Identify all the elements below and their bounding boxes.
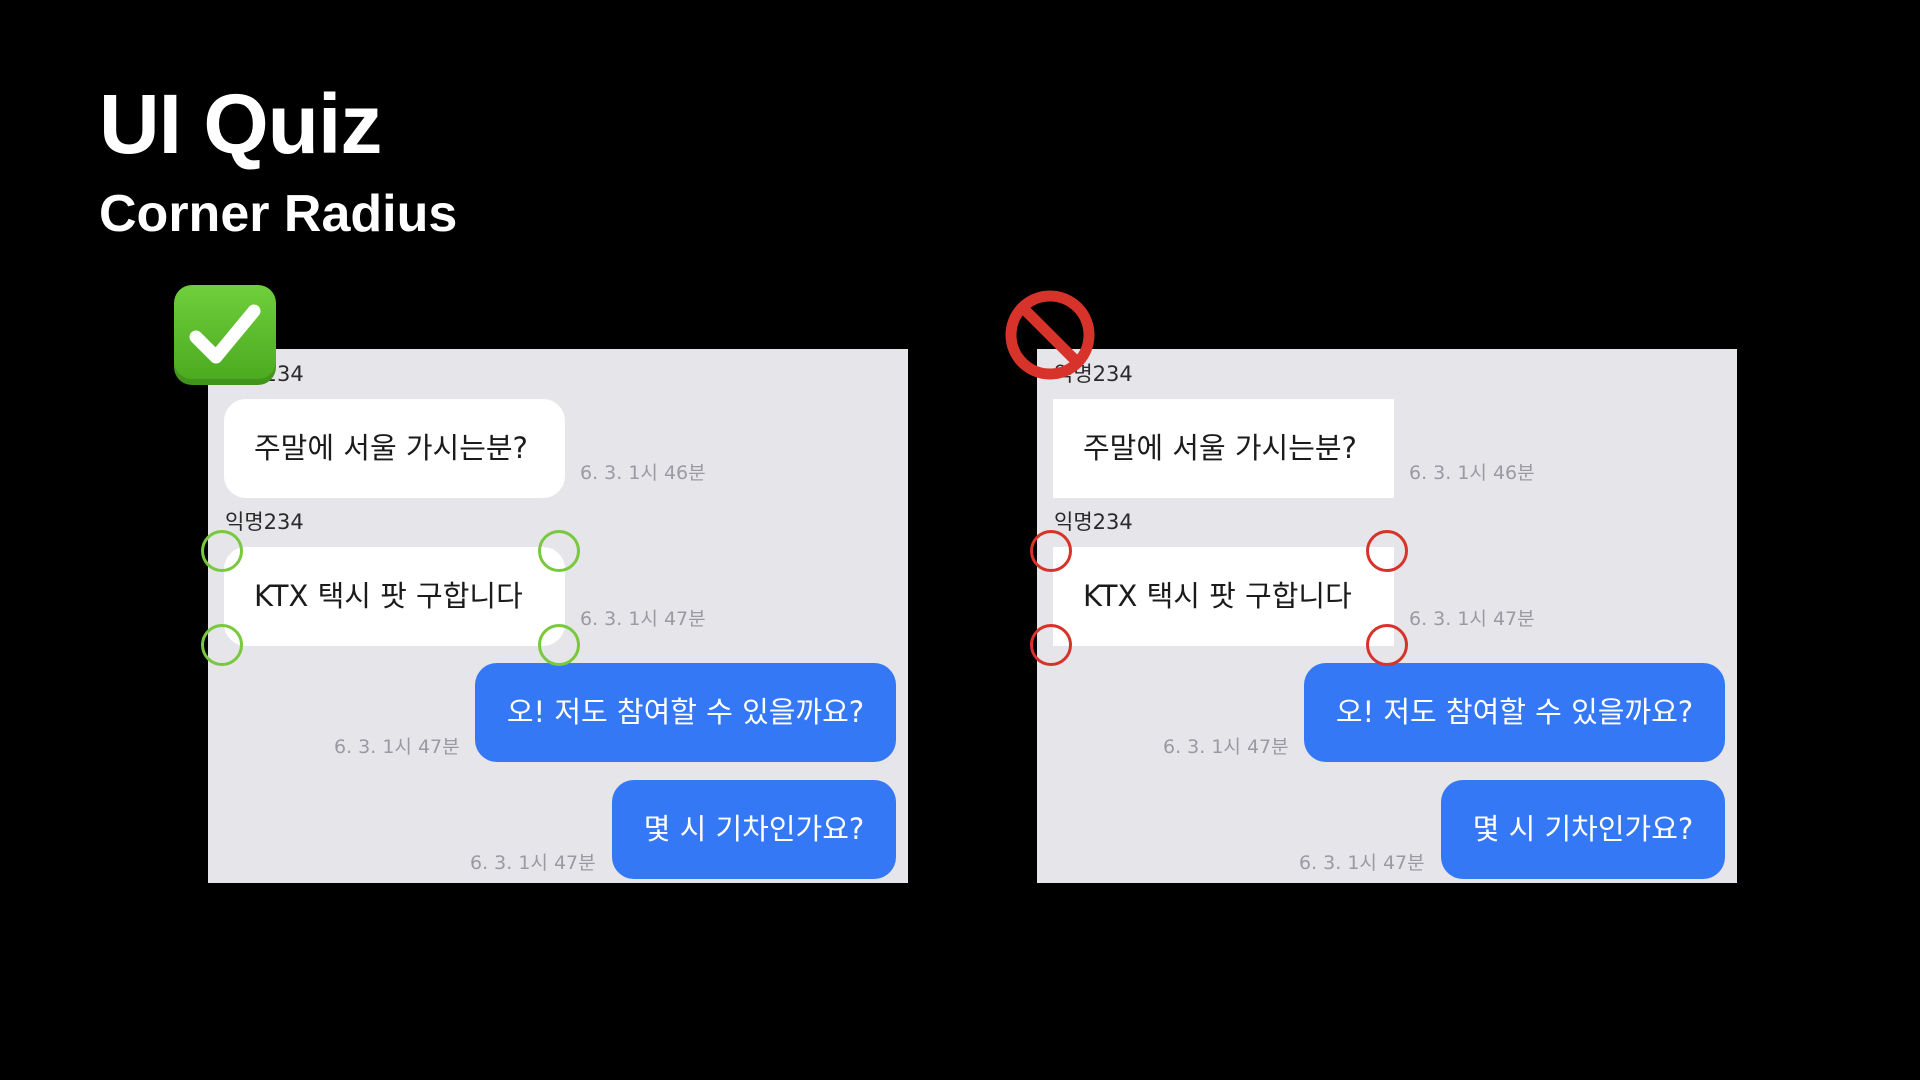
prohibited-icon [1004,289,1096,381]
check-mark-icon [174,285,276,385]
message-text: 오! 저도 참여할 수 있을까요? [506,695,865,729]
incoming-message-bubble: KTX 택시 팟 구합니다 [1053,547,1394,646]
chat-screenshot-incorrect: 익명234 주말에 서울 가시는분? 6. 3. 1시 46분 익명234 KT… [1037,349,1737,883]
incoming-message-bubble: 주말에 서울 가시는분? [224,399,565,498]
slide-title: UI Quiz [99,77,382,171]
message-timestamp: 6. 3. 1시 47분 [1299,852,1425,874]
message-text: 오! 저도 참여할 수 있을까요? [1335,695,1694,729]
outgoing-message-bubble: 몇 시 기차인가요? [1441,780,1725,879]
corner-highlight-circle [1366,530,1408,572]
chat-screenshot-correct: 익명234 주말에 서울 가시는분? 6. 3. 1시 46분 익명234 KT… [208,349,908,883]
message-timestamp: 6. 3. 1시 47분 [580,608,706,630]
sender-name: 익명234 [1054,510,1133,534]
incoming-message-bubble: KTX 택시 팟 구합니다 [224,547,565,646]
message-text: 몇 시 기차인가요? [643,812,865,846]
outgoing-message-bubble: 몇 시 기차인가요? [612,780,896,879]
sender-name: 익명234 [225,510,304,534]
message-timestamp: 6. 3. 1시 47분 [1409,608,1535,630]
message-text: KTX 택시 팟 구합니다 [1083,579,1352,613]
slide-subtitle: Corner Radius [99,185,458,243]
outgoing-message-bubble: 오! 저도 참여할 수 있을까요? [475,663,896,762]
message-text: 주말에 서울 가시는분? [1083,431,1357,465]
quiz-slide: UI Quiz Corner Radius 익명234 주말에 서울 가시는분?… [0,0,1920,1080]
corner-highlight-circle [1366,624,1408,666]
incoming-message-bubble: 주말에 서울 가시는분? [1053,399,1394,498]
corner-highlight-circle [1030,624,1072,666]
message-timestamp: 6. 3. 1시 47분 [1163,736,1289,758]
corner-highlight-circle [538,530,580,572]
corner-highlight-circle [1030,530,1072,572]
corner-highlight-circle [538,624,580,666]
message-text: KTX 택시 팟 구합니다 [254,579,523,613]
message-text: 몇 시 기차인가요? [1472,812,1694,846]
message-timestamp: 6. 3. 1시 46분 [580,462,706,484]
outgoing-message-bubble: 오! 저도 참여할 수 있을까요? [1304,663,1725,762]
message-text: 주말에 서울 가시는분? [254,431,528,465]
message-timestamp: 6. 3. 1시 46분 [1409,462,1535,484]
message-timestamp: 6. 3. 1시 47분 [470,852,596,874]
corner-highlight-circle [201,624,243,666]
message-timestamp: 6. 3. 1시 47분 [334,736,460,758]
corner-highlight-circle [201,530,243,572]
